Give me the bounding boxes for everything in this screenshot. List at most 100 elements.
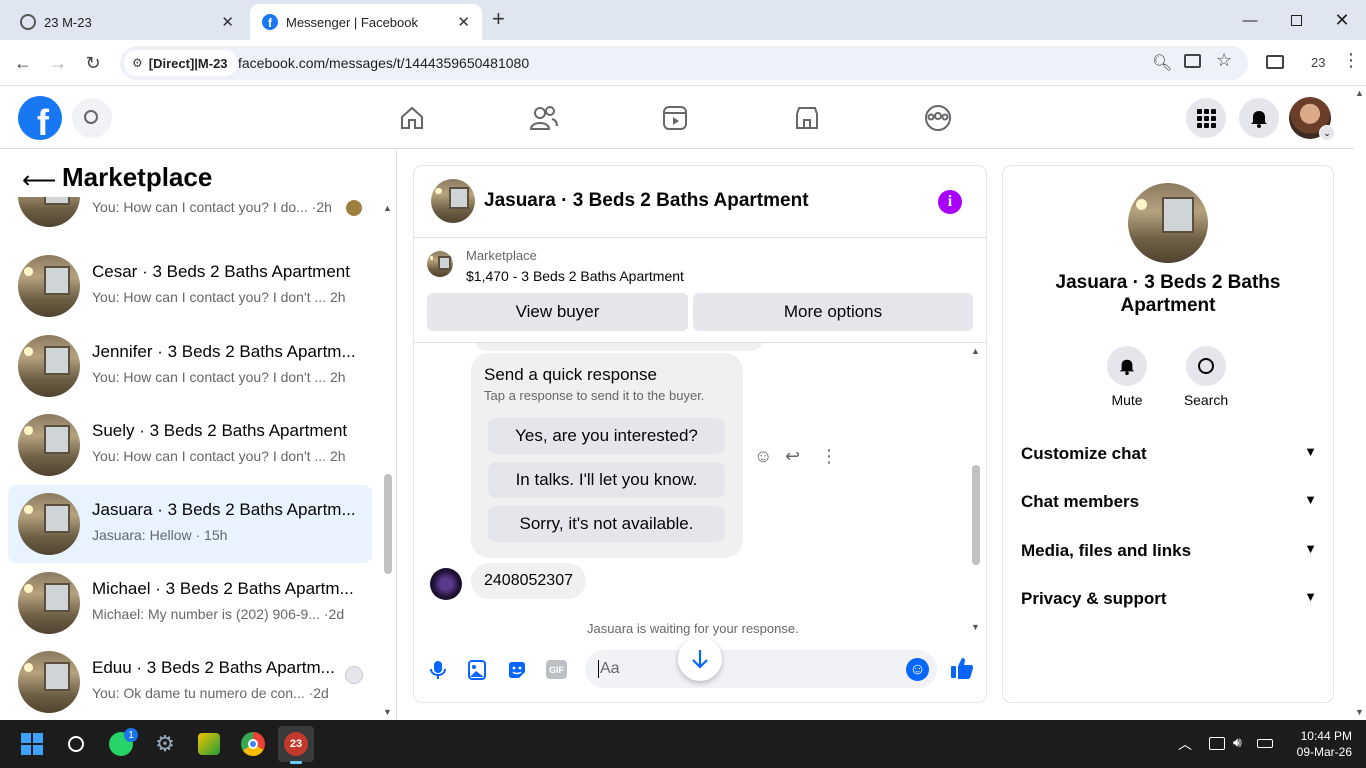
seen-avatar <box>346 200 362 216</box>
facebook-favicon-icon: f <box>262 14 278 30</box>
account-chevron-icon[interactable]: ⌄ <box>1319 125 1335 141</box>
chat-avatar[interactable] <box>431 179 475 223</box>
chat-title[interactable]: Jasuara · 3 Beds 2 Baths Apartment <box>484 190 809 212</box>
conversation-item[interactable]: You: How can I contact you? I do... ·2h <box>8 197 372 235</box>
tab-search-icon[interactable] <box>1266 55 1284 69</box>
battery-icon[interactable] <box>1257 739 1273 748</box>
marketplace-icon[interactable] <box>793 104 821 132</box>
back-icon[interactable]: ← <box>10 51 36 75</box>
notifications-button[interactable] <box>1239 98 1279 138</box>
list-scroll-up-icon[interactable]: ▲ <box>383 203 392 213</box>
chevron-down-icon: ▼ <box>1304 492 1317 507</box>
microphone-icon[interactable] <box>430 660 446 685</box>
quick-response-option[interactable]: Sorry, it's not available. <box>488 506 725 542</box>
conversation-item[interactable]: Cesar · 3 Beds 2 Baths Apartment You: Ho… <box>8 247 372 325</box>
conversation-item[interactable]: Eduu · 3 Beds 2 Baths Apartm... You: Ok … <box>8 643 372 719</box>
thread-scroll-down-icon[interactable]: ▼ <box>971 622 980 632</box>
more-options-button[interactable]: More options <box>693 293 973 331</box>
scroll-to-bottom-button[interactable] <box>678 637 722 681</box>
home-icon[interactable] <box>398 104 426 132</box>
tab-m23[interactable]: 23 M-23 ✕ <box>8 4 246 40</box>
install-app-icon[interactable] <box>1184 54 1201 68</box>
maximize-icon[interactable] <box>1284 8 1308 32</box>
privacy-support-section[interactable]: Privacy & support ▼ <box>1021 589 1317 609</box>
reply-icon[interactable]: ↩ <box>785 446 800 467</box>
volume-icon[interactable]: 🔊︎ <box>1233 734 1242 751</box>
facebook-logo[interactable]: f <box>18 96 62 140</box>
site-chip-label: [Direct]|M-23 <box>148 55 228 71</box>
clock-time[interactable]: 10:44 PM <box>1290 729 1352 743</box>
sticker-icon[interactable] <box>507 660 527 685</box>
active-app-indicator <box>290 761 302 764</box>
message-input-box[interactable] <box>585 650 937 688</box>
profile-badge[interactable]: 23 <box>1311 55 1325 70</box>
chrome-icon[interactable] <box>235 726 271 762</box>
media-files-links-section[interactable]: Media, files and links ▼ <box>1021 541 1317 561</box>
settings-icon[interactable]: ⚙ <box>147 726 183 762</box>
quick-response-title: Send a quick response <box>484 365 657 384</box>
zoom-icon[interactable]: 🔍︎ <box>1152 53 1172 73</box>
minimize-icon[interactable]: — <box>1238 8 1262 32</box>
close-tab-icon[interactable]: ✕ <box>457 13 470 31</box>
scroll-up-arrow-icon[interactable]: ▲ <box>1355 88 1364 98</box>
page-scrollbar[interactable] <box>1354 87 1366 720</box>
previous-bubble-edge <box>474 343 764 351</box>
bookmark-star-icon[interactable]: ☆ <box>1216 50 1232 71</box>
start-button[interactable] <box>14 726 50 762</box>
url-text[interactable]: facebook.com/messages/t/1444359650481080 <box>238 55 529 71</box>
groups-icon[interactable] <box>924 104 952 132</box>
list-scrollbar-thumb[interactable] <box>384 474 392 574</box>
info-icon[interactable]: i <box>938 190 962 214</box>
tab-title: Messenger | Facebook <box>286 14 418 30</box>
friends-icon[interactable] <box>530 104 558 132</box>
mute-button[interactable] <box>1107 346 1147 386</box>
conversation-item[interactable]: Michael · 3 Beds 2 Baths Apartm... Micha… <box>8 564 372 642</box>
browser-profile-app-icon[interactable]: 23 <box>278 726 314 762</box>
message-input[interactable]: Aa <box>598 660 620 678</box>
menu-button[interactable] <box>1186 98 1226 138</box>
clock-date[interactable]: 09-Mar-26 <box>1290 745 1352 759</box>
tray-chevron-icon[interactable]: ︿ <box>1178 734 1192 754</box>
network-icon[interactable] <box>1209 737 1225 750</box>
details-avatar[interactable] <box>1128 183 1208 263</box>
thread-scroll-up-icon[interactable]: ▲ <box>971 346 980 356</box>
listing-thumbnail <box>18 572 80 634</box>
tab-messenger[interactable]: f Messenger | Facebook ✕ <box>250 4 482 40</box>
view-buyer-button[interactable]: View buyer <box>427 293 688 331</box>
customize-chat-section[interactable]: Customize chat ▼ <box>1021 444 1317 464</box>
list-scroll-down-icon[interactable]: ▼ <box>383 707 392 717</box>
taskbar-search-icon[interactable] <box>58 726 94 762</box>
thread-scrollbar-thumb[interactable] <box>972 465 980 565</box>
quick-response-option[interactable]: In talks. I'll let you know. <box>488 462 725 498</box>
conversation-name: Michael · 3 Beds 2 Baths Apartm... <box>92 579 354 598</box>
scroll-down-arrow-icon[interactable]: ▼ <box>1355 707 1364 717</box>
conversation-item[interactable]: Suely · 3 Beds 2 Baths Apartment You: Ho… <box>8 406 372 484</box>
conversation-item-selected[interactable]: Jasuara · 3 Beds 2 Baths Apartm... Jasua… <box>8 485 372 563</box>
thumbs-up-icon[interactable] <box>950 656 974 685</box>
conversation-name: Cesar · 3 Beds 2 Baths Apartment <box>92 262 350 281</box>
browser-menu-icon[interactable]: ⋮ <box>1342 50 1360 71</box>
conversation-preview: Jasuara: Hellow · 15h <box>92 527 228 543</box>
app-icon[interactable] <box>191 726 227 762</box>
conversation-item[interactable]: Jennifer · 3 Beds 2 Baths Apartm... You:… <box>8 327 372 405</box>
chat-members-section[interactable]: Chat members ▼ <box>1021 492 1317 512</box>
reload-icon[interactable]: ↻ <box>80 51 106 75</box>
close-window-icon[interactable]: ✕ <box>1330 8 1354 32</box>
photo-icon[interactable] <box>468 660 486 685</box>
message-bubble[interactable]: 2408052307 <box>471 563 586 599</box>
search-button[interactable] <box>72 98 112 138</box>
react-icon[interactable]: ☺ <box>754 446 772 467</box>
new-tab-button[interactable]: + <box>492 6 505 32</box>
search-in-chat-button[interactable] <box>1186 346 1226 386</box>
quick-response-option[interactable]: Yes, are you interested? <box>488 418 725 454</box>
video-icon[interactable] <box>661 104 689 132</box>
close-tab-icon[interactable]: ✕ <box>221 13 234 31</box>
gif-button[interactable]: GIF <box>546 660 567 679</box>
globe-icon <box>20 14 36 30</box>
emoji-icon[interactable]: ☺ <box>906 658 929 681</box>
bell-icon <box>1119 359 1135 375</box>
message-more-icon[interactable]: ⋮ <box>820 446 838 467</box>
forward-icon[interactable]: → <box>45 51 71 75</box>
back-arrow-icon[interactable]: ⟵ <box>22 166 56 195</box>
site-info-chip[interactable]: ⚙ [Direct]|M-23 <box>124 50 238 76</box>
